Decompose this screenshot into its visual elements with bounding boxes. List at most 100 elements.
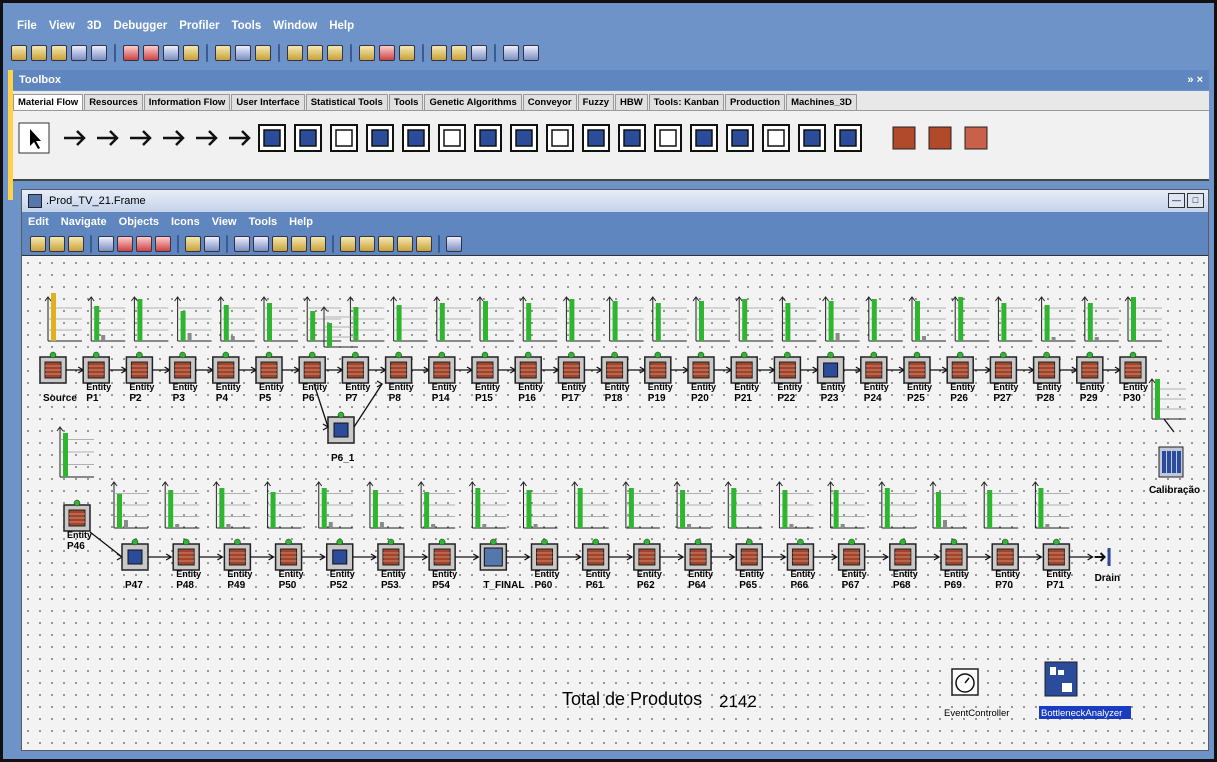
station-p62[interactable]: EntityP62: [633, 538, 662, 591]
frame-toolbar-button-icon[interactable]: [185, 235, 201, 252]
station-p18[interactable]: EntityP18: [600, 351, 630, 404]
station-chart[interactable]: [692, 296, 730, 342]
placebuffer-icon[interactable]: [510, 124, 538, 152]
station-chart[interactable]: [476, 296, 514, 342]
station-p15[interactable]: EntityP15: [471, 351, 500, 404]
toolbar-button-icon[interactable]: [503, 45, 519, 61]
tab-hbw[interactable]: HBW: [614, 94, 648, 110]
tab-production[interactable]: Production: [724, 94, 786, 110]
frame-toolbar-button-icon[interactable]: [359, 235, 375, 252]
broker-icon[interactable]: [798, 124, 826, 152]
station-chart[interactable]: [519, 296, 558, 342]
station-chart[interactable]: [347, 296, 385, 342]
frame-icon[interactable]: [130, 130, 152, 146]
shiftcal-icon[interactable]: [834, 124, 862, 152]
station-p46[interactable]: EntityP46: [63, 499, 92, 552]
sorter-icon[interactable]: [546, 124, 574, 152]
minimize-button[interactable]: —: [1168, 193, 1185, 208]
drain-station[interactable]: Drain: [1094, 548, 1121, 584]
grid-icon[interactable]: [928, 126, 952, 150]
station-p26[interactable]: EntityP26: [946, 351, 975, 404]
station-p50[interactable]: EntityP50: [274, 538, 304, 591]
tab-tools[interactable]: Tools: [388, 94, 424, 110]
tab-resources[interactable]: Resources: [84, 94, 143, 110]
exit-icon[interactable]: [196, 130, 218, 146]
station-chart[interactable]: [563, 296, 601, 342]
station-p1[interactable]: EntityP1: [82, 351, 111, 404]
transporter-icon[interactable]: [654, 124, 682, 152]
toolbar-button-icon[interactable]: [307, 45, 323, 61]
station-p53[interactable]: EntityP53: [377, 538, 406, 591]
toolbar-button-icon[interactable]: [91, 45, 107, 61]
toolbar-button-icon[interactable]: [471, 45, 487, 61]
station-chart[interactable]: [366, 481, 404, 529]
event-controller-icon[interactable]: [97, 130, 119, 146]
tab-tools-kanban[interactable]: Tools: Kanban: [648, 94, 724, 110]
station-p61[interactable]: EntityP61: [581, 538, 611, 591]
station-chart[interactable]: [724, 481, 763, 529]
station-p64[interactable]: EntityP64: [684, 538, 713, 591]
line-icon[interactable]: [582, 124, 610, 152]
station-chart[interactable]: [865, 296, 903, 342]
bottleneck-analyzer[interactable]: BottleneckAnalyzer: [1039, 661, 1131, 719]
tab-machines-3d[interactable]: Machines_3D: [786, 94, 857, 110]
toolbar-button-icon[interactable]: [51, 45, 67, 61]
menu-debugger[interactable]: Debugger: [108, 16, 174, 36]
station-p66[interactable]: EntityP66: [786, 538, 815, 591]
menu-help[interactable]: Help: [323, 16, 360, 36]
station-chart[interactable]: [1038, 296, 1076, 342]
menu-file[interactable]: File: [11, 16, 43, 36]
station-p68[interactable]: EntityP68: [889, 538, 918, 591]
toolbar-button-icon[interactable]: [31, 45, 47, 61]
frame-toolbar-button-icon[interactable]: [98, 235, 114, 252]
station-chart[interactable]: [1081, 296, 1119, 342]
station-chart[interactable]: [87, 296, 126, 342]
station-chart[interactable]: [56, 426, 94, 478]
station-p54[interactable]: EntityP54: [428, 538, 457, 591]
station-chart[interactable]: [174, 296, 212, 342]
station-chart[interactable]: [417, 481, 456, 529]
frame-toolbar-button-icon[interactable]: [117, 235, 133, 252]
parallel-proc-icon[interactable]: [294, 124, 322, 152]
station-chart[interactable]: [44, 293, 82, 342]
frame-toolbar-button-icon[interactable]: [291, 235, 307, 252]
station-p29[interactable]: EntityP29: [1076, 351, 1105, 404]
frame-toolbar-button-icon[interactable]: [416, 235, 432, 252]
buffer-icon[interactable]: [474, 124, 502, 152]
dismantle-icon[interactable]: [366, 124, 394, 152]
station-p52[interactable]: EntityP52: [326, 538, 355, 591]
station-chart[interactable]: [673, 481, 712, 529]
calibration-station[interactable]: Calibração: [1149, 446, 1200, 496]
station-chart[interactable]: [822, 296, 860, 342]
tab-user-interface[interactable]: User Interface: [231, 94, 305, 110]
station-chart[interactable]: [776, 481, 814, 529]
frame-toolbar-button-icon[interactable]: [272, 235, 288, 252]
toolbar-button-icon[interactable]: [255, 45, 271, 61]
tab-fuzzy[interactable]: Fuzzy: [577, 94, 614, 110]
station-p16[interactable]: EntityP16: [514, 351, 543, 404]
station-p71[interactable]: EntityP71: [1042, 538, 1071, 591]
menu-profiler[interactable]: Profiler: [173, 16, 225, 36]
station-chart[interactable]: [980, 481, 1019, 529]
frame-toolbar-button-icon[interactable]: [234, 235, 250, 252]
container-icon[interactable]: [690, 124, 718, 152]
toolbar-button-icon[interactable]: [215, 45, 231, 61]
station-chart[interactable]: [606, 296, 644, 342]
toolbar-button-icon[interactable]: [183, 45, 199, 61]
station-p6[interactable]: EntityP6: [298, 351, 327, 404]
menu-tools[interactable]: Tools: [225, 16, 267, 36]
station-chart[interactable]: [622, 481, 660, 529]
frame-toolbar-button-icon[interactable]: [136, 235, 152, 252]
assembly-icon[interactable]: [330, 124, 358, 152]
station-p48[interactable]: EntityP48: [172, 538, 201, 591]
station-p4[interactable]: EntityP4: [212, 351, 241, 404]
tab-genetic-algorithms[interactable]: Genetic Algorithms: [424, 94, 522, 110]
station-p47[interactable]: P47: [121, 538, 149, 591]
tab-information-flow[interactable]: Information Flow: [143, 94, 231, 110]
toolbar-button-icon[interactable]: [379, 45, 395, 61]
station-p3[interactable]: EntityP3: [168, 351, 198, 404]
station-chart[interactable]: [303, 296, 342, 342]
frame-toolbar-button-icon[interactable]: [155, 235, 171, 252]
toolbar-button-icon[interactable]: [235, 45, 251, 61]
box-icon[interactable]: [964, 126, 988, 150]
